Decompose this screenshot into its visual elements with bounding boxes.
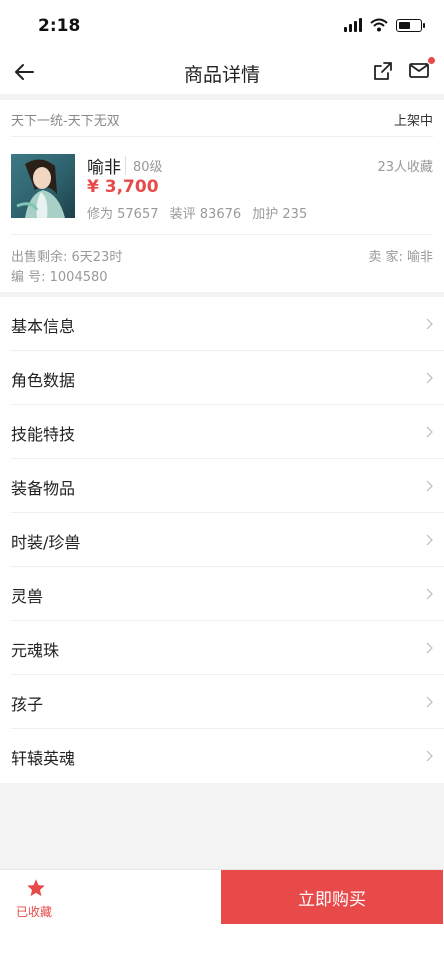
menu-item-label: 轩辕英魂 xyxy=(11,749,76,768)
favorite-label: 已收藏 xyxy=(16,905,53,919)
menu-item-spirit-beasts[interactable]: 灵兽 xyxy=(11,567,444,621)
status-time: 2:18 xyxy=(38,16,81,36)
serial-number: 编 号: 1004580 xyxy=(11,270,108,285)
menu-item-label: 基本信息 xyxy=(11,317,76,336)
wifi-icon xyxy=(370,18,388,32)
signal-icon xyxy=(344,18,362,32)
menu-item-fashion-pets[interactable]: 时装/珍兽 xyxy=(11,513,444,567)
menu-item-soul-beads[interactable]: 元魂珠 xyxy=(11,621,444,675)
favorite-button[interactable]: 已收藏 xyxy=(0,870,221,924)
stat-equipment-score: 装评 83676 xyxy=(169,207,242,222)
status-bar: 2:18 xyxy=(0,0,444,50)
safe-area xyxy=(0,924,444,960)
menu-item-label: 灵兽 xyxy=(11,587,44,606)
menu-item-label: 角色数据 xyxy=(11,371,76,390)
menu-item-label: 技能特技 xyxy=(11,425,76,444)
role-level: 80级 xyxy=(125,156,163,175)
message-button[interactable] xyxy=(408,57,435,82)
chevron-right-icon xyxy=(426,642,433,654)
product-card: 天下一统-天下无双 上架中 喻非 80级 23人收藏 ¥ 3,700 修为 57… xyxy=(0,100,444,292)
role-avatar xyxy=(11,154,75,218)
star-icon xyxy=(27,879,45,897)
stat-cultivation: 修为 57657 xyxy=(87,207,159,222)
chevron-right-icon xyxy=(426,426,433,438)
menu-item-label: 装备物品 xyxy=(11,479,76,498)
detail-menu: 基本信息 角色数据 技能特技 装备物品 时装/珍兽 灵兽 元魂珠 孩子 轩辕英魂 xyxy=(0,297,444,783)
chevron-right-icon xyxy=(426,534,433,546)
menu-item-skills[interactable]: 技能特技 xyxy=(11,405,444,459)
stat-protection: 加护 235 xyxy=(252,207,308,222)
chevron-right-icon xyxy=(426,372,433,384)
seller-name: 卖 家: 喻非 xyxy=(368,250,433,265)
battery-icon xyxy=(396,18,425,32)
divider xyxy=(11,234,433,235)
menu-item-basic-info[interactable]: 基本信息 xyxy=(11,297,444,351)
product-detail-page: 2:18 商品详情 天下一统-天下无双 上架中 喻非 80级 23人收藏 ¥ 3… xyxy=(0,0,444,960)
listing-status: 上架中 xyxy=(393,114,433,129)
role-stats: 修为 57657 装评 83676 加护 235 xyxy=(87,203,314,222)
remaining-time: 出售剩余: 6天23时 xyxy=(11,250,123,265)
status-icons xyxy=(344,18,425,32)
menu-item-label: 元魂珠 xyxy=(11,641,60,660)
unread-dot xyxy=(428,57,435,64)
server-name: 天下一统-天下无双 xyxy=(11,114,120,129)
menu-item-children[interactable]: 孩子 xyxy=(11,675,444,729)
chevron-right-icon xyxy=(426,696,433,708)
chevron-right-icon xyxy=(426,480,433,492)
menu-item-label: 时装/珍兽 xyxy=(11,533,81,552)
chevron-right-icon xyxy=(426,750,433,762)
server-row: 天下一统-天下无双 上架中 xyxy=(11,100,433,137)
share-button[interactable] xyxy=(372,60,394,82)
menu-item-role-data[interactable]: 角色数据 xyxy=(11,351,444,405)
menu-item-equipment[interactable]: 装备物品 xyxy=(11,459,444,513)
nav-bar: 商品详情 xyxy=(0,50,444,94)
mail-icon xyxy=(409,63,429,78)
buy-now-button[interactable]: 立即购买 xyxy=(221,870,443,924)
chevron-right-icon xyxy=(426,588,433,600)
role-price: ¥ 3,700 xyxy=(87,177,159,197)
chevron-right-icon xyxy=(426,318,433,330)
menu-item-hero-souls[interactable]: 轩辕英魂 xyxy=(11,729,444,783)
share-icon xyxy=(374,62,392,80)
role-name: 喻非 xyxy=(87,158,121,178)
collect-count: 23人收藏 xyxy=(377,160,433,175)
menu-item-label: 孩子 xyxy=(11,695,44,714)
bottom-action-bar: 已收藏 立即购买 xyxy=(0,869,444,924)
